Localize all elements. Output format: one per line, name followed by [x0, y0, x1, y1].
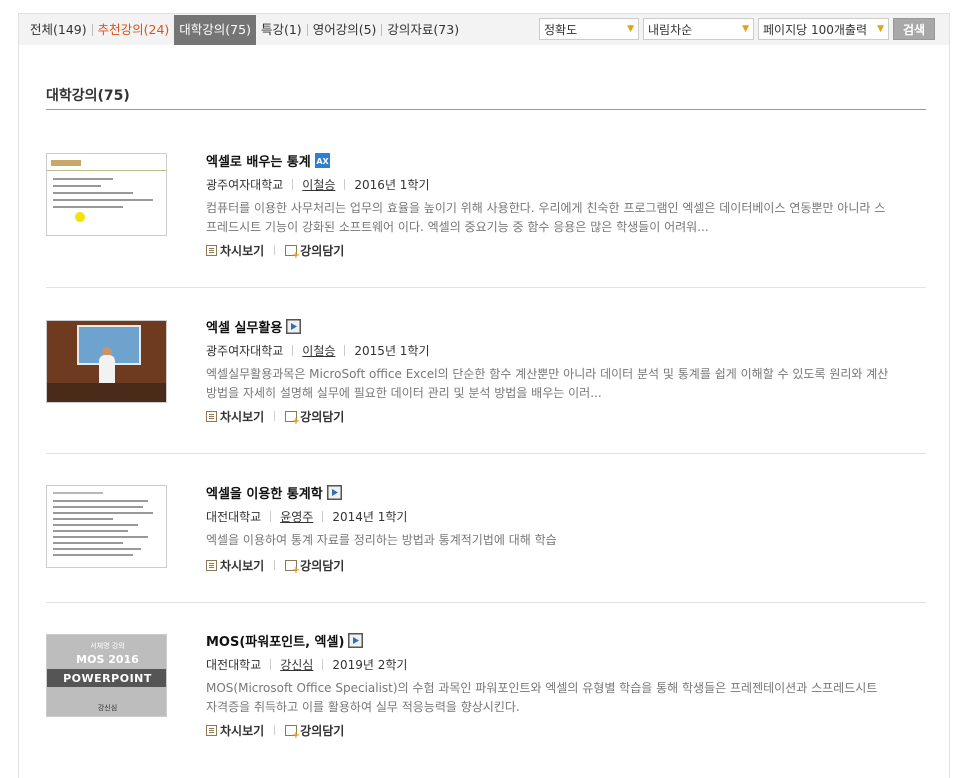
thumb-subject: POWERPOINT — [63, 672, 152, 685]
page-size-value: 페이지당 100개출력 — [763, 22, 867, 37]
lecture-title[interactable]: MOS(파워포인트, 엑셀) — [206, 631, 344, 650]
lecture-meta: 대전대학교 강신심 2019년 2학기 — [206, 656, 896, 672]
lecture-thumbnail[interactable]: 서체명 강의 MOS 2016 POWERPOINT 강신심 — [46, 634, 167, 717]
tab-recommended[interactable]: 추천강의(24) — [93, 15, 175, 45]
add-lecture-button[interactable]: 강의담기 — [285, 408, 345, 427]
lecture-thumbnail[interactable] — [46, 153, 167, 236]
add-lecture-label: 강의담기 — [300, 243, 345, 258]
professor-link[interactable]: 이철승 — [302, 176, 335, 193]
tab-all[interactable]: 전체(149) — [25, 15, 92, 45]
search-controls: 정확도 ▼ 내림차순 ▼ 페이지당 100개출력 ▼ 검색 — [539, 18, 935, 40]
tab-university[interactable]: 대학강의(75) — [174, 15, 256, 45]
section-title: 대학강의(75) — [46, 88, 130, 104]
lecture-actions: 차시보기 강의담기 — [206, 242, 345, 261]
page-size-select[interactable]: 페이지당 100개출력 ▼ — [758, 18, 889, 40]
video-icon — [326, 484, 342, 500]
lecture-item: 엑셀로 배우는 통계 AX 광주여자대학교 이철승 2016년 1학기 컴퓨터를… — [46, 122, 926, 288]
lecture-actions: 차시보기 강의담기 — [206, 722, 345, 741]
lecture-title[interactable]: 엑셀 실무활용 — [206, 317, 282, 336]
term: 2015년 1학기 — [354, 343, 430, 358]
view-sessions-button[interactable]: 차시보기 — [206, 408, 264, 425]
add-folder-icon — [285, 559, 300, 576]
lecture-meta: 대전대학교 윤영주 2014년 1학기 — [206, 508, 896, 524]
lecture-description: 컴퓨터를 이용한 사무처리는 업무의 효율을 높이기 위해 사용한다. 우리에게… — [206, 201, 886, 234]
university: 대전대학교 — [206, 657, 262, 672]
view-sessions-label: 차시보기 — [220, 243, 265, 258]
lecture-item: 엑셀을 이용한 통계학 대전대학교 윤영주 2014년 1학기 엑셀을 이용하여… — [46, 454, 926, 620]
sort-field-select[interactable]: 정확도 ▼ — [539, 18, 639, 40]
tab-special[interactable]: 특강(1) — [256, 15, 307, 45]
term: 2016년 1학기 — [354, 177, 430, 192]
university: 광주여자대학교 — [206, 343, 284, 358]
lecture-info: 엑셀로 배우는 통계 AX 광주여자대학교 이철승 2016년 1학기 컴퓨터를… — [206, 150, 896, 237]
lecture-actions: 차시보기 강의담기 — [206, 408, 345, 427]
view-sessions-button[interactable]: 차시보기 — [206, 557, 264, 574]
view-sessions-button[interactable]: 차시보기 — [206, 722, 264, 739]
sort-order-select[interactable]: 내림차순 ▼ — [643, 18, 754, 40]
add-folder-icon — [285, 724, 300, 741]
document-icon — [206, 724, 217, 736]
chevron-down-icon: ▼ — [877, 24, 884, 34]
lecture-meta: 광주여자대학교 이철승 2016년 1학기 — [206, 176, 896, 192]
add-lecture-button[interactable]: 강의담기 — [285, 242, 345, 261]
add-folder-icon — [285, 244, 300, 261]
lecture-title[interactable]: 엑셀을 이용한 통계학 — [206, 483, 323, 502]
add-folder-icon — [285, 410, 300, 427]
professor-link[interactable]: 이철승 — [302, 342, 335, 359]
lecture-meta: 광주여자대학교 이철승 2015년 1학기 — [206, 342, 896, 358]
lecture-item: 서체명 강의 MOS 2016 POWERPOINT 강신심 MOS(파워포인트… — [46, 602, 926, 768]
results-panel: 대학강의(75) 엑셀로 배우는 통계 AX 광주여자대학교 이철승 2016년… — [18, 45, 950, 778]
term: 2019년 2학기 — [332, 657, 408, 672]
lecture-thumbnail[interactable] — [46, 320, 167, 403]
lecture-item: 엑셀 실무활용 광주여자대학교 이철승 2015년 1학기 엑셀실무활용과목은 … — [46, 288, 926, 454]
add-lecture-button[interactable]: 강의담기 — [285, 557, 345, 576]
svg-text:AX: AX — [316, 157, 329, 166]
sort-field-value: 정확도 — [544, 22, 578, 37]
lecture-actions: 차시보기 강의담기 — [206, 557, 345, 576]
view-sessions-label: 차시보기 — [220, 409, 265, 424]
document-icon — [206, 410, 217, 422]
document-icon — [206, 244, 217, 256]
lecture-info: 엑셀을 이용한 통계학 대전대학교 윤영주 2014년 1학기 엑셀을 이용하여… — [206, 482, 896, 550]
view-sessions-label: 차시보기 — [220, 558, 265, 573]
category-tabs: 전체(149) 추천강의(24) 대학강의(75) 특강(1) 영어강의(5) … — [25, 15, 464, 45]
term: 2014년 1학기 — [332, 509, 408, 524]
video-icon — [348, 632, 364, 648]
add-lecture-label: 강의담기 — [300, 723, 345, 738]
lecture-title-row[interactable]: MOS(파워포인트, 엑셀) — [206, 630, 896, 650]
lecture-thumbnail[interactable] — [46, 485, 167, 568]
view-sessions-label: 차시보기 — [220, 723, 265, 738]
lecture-title-row[interactable]: 엑셀을 이용한 통계학 — [206, 482, 896, 502]
search-button[interactable]: 검색 — [893, 18, 935, 40]
chevron-down-icon: ▼ — [627, 24, 634, 34]
thumb-caption: 서체명 강의 — [90, 642, 125, 650]
video-icon — [286, 318, 302, 334]
ax-icon: AX — [314, 152, 330, 168]
add-lecture-button[interactable]: 강의담기 — [285, 722, 345, 741]
sort-order-value: 내림차순 — [648, 22, 693, 37]
professor-link[interactable]: 강신심 — [280, 656, 313, 673]
lecture-title[interactable]: 엑셀로 배우는 통계 — [206, 151, 311, 170]
view-sessions-button[interactable]: 차시보기 — [206, 242, 264, 259]
thumb-author: 강신심 — [97, 704, 118, 712]
lecture-info: 엑셀 실무활용 광주여자대학교 이철승 2015년 1학기 엑셀실무활용과목은 … — [206, 316, 896, 403]
professor-link[interactable]: 윤영주 — [280, 508, 313, 525]
university: 대전대학교 — [206, 509, 262, 524]
tab-english[interactable]: 영어강의(5) — [308, 15, 382, 45]
lecture-title-row[interactable]: 엑셀 실무활용 — [206, 316, 896, 336]
lecture-description: MOS(Microsoft Office Specialist)의 수험 과목인… — [206, 681, 878, 714]
chevron-down-icon: ▼ — [742, 24, 749, 34]
tab-materials[interactable]: 강의자료(73) — [382, 15, 464, 45]
thumb-heading: MOS 2016 — [76, 653, 139, 666]
university: 광주여자대학교 — [206, 177, 284, 192]
lecture-info: MOS(파워포인트, 엑셀) 대전대학교 강신심 2019년 2학기 MOS(M… — [206, 630, 896, 717]
add-lecture-label: 강의담기 — [300, 409, 345, 424]
lecture-description: 엑셀실무활용과목은 MicroSoft office Excel의 단순한 함수… — [206, 367, 889, 400]
lecture-description: 엑셀을 이용하여 통계 자료를 정리하는 방법과 통계적기법에 대해 학습 — [206, 533, 557, 547]
title-divider — [46, 109, 926, 110]
add-lecture-label: 강의담기 — [300, 558, 345, 573]
filter-bar: 전체(149) 추천강의(24) 대학강의(75) 특강(1) 영어강의(5) … — [18, 13, 950, 45]
document-icon — [206, 559, 217, 571]
lecture-title-row[interactable]: 엑셀로 배우는 통계 AX — [206, 150, 896, 170]
